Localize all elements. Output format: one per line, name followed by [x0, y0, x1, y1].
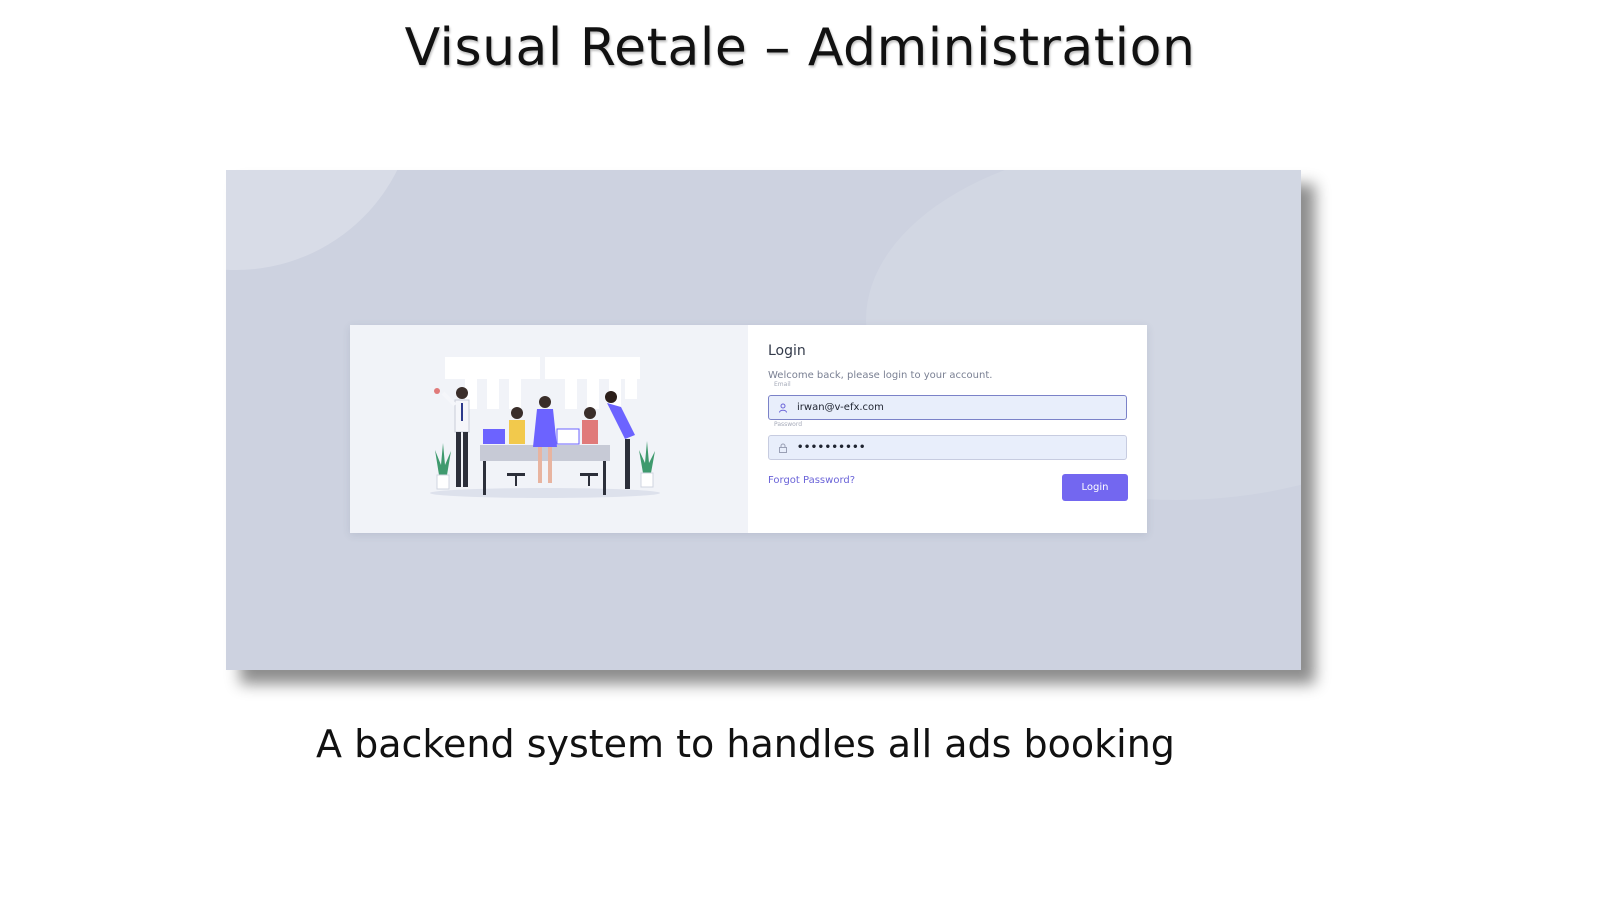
password-label: Password [774, 421, 803, 428]
slide-title: Visual Retale – Administration [404, 18, 1196, 78]
email-label: Email [774, 381, 791, 388]
login-subtitle: Welcome back, please login to your accou… [768, 370, 993, 381]
email-field[interactable]: irwan@v-efx.com [768, 395, 1127, 420]
forgot-password-link[interactable]: Forgot Password? [768, 475, 855, 486]
login-title: Login [768, 343, 806, 359]
illustration-panel [350, 325, 748, 533]
team-illustration [430, 357, 660, 498]
user-icon [769, 403, 797, 413]
email-value: irwan@v-efx.com [797, 402, 884, 413]
password-field[interactable]: •••••••••• [768, 435, 1127, 460]
screenshot-frame: Login Welcome back, please login to your… [226, 170, 1301, 670]
slide-caption: A backend system to handles all ads book… [316, 722, 1175, 766]
login-button[interactable]: Login [1062, 474, 1128, 501]
password-value: •••••••••• [797, 442, 866, 453]
lock-icon [769, 443, 797, 453]
login-card: Login Welcome back, please login to your… [350, 325, 1147, 533]
login-form: Login Welcome back, please login to your… [748, 325, 1147, 533]
presentation-slide: Visual Retale – Administration Login Wel… [0, 0, 1600, 900]
background-shape [226, 170, 416, 270]
